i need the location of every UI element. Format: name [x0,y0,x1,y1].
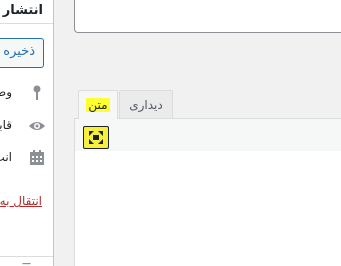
publish-date-label: انت [0,150,12,164]
editor-area[interactable] [74,118,341,266]
quicktags-toolbar [75,119,341,151]
status-label: وضع [0,85,12,99]
tab-text-label: متن [86,98,110,112]
calendar-icon [28,149,46,167]
tab-visual[interactable]: دیداری [119,90,173,119]
publish-box-title: انتشار [0,0,53,24]
editor-tabs: متن دیداری [74,90,341,119]
publish-date-row: انت [0,148,53,168]
post-title-input[interactable] [74,0,341,33]
fullscreen-icon [89,131,103,144]
save-draft-button[interactable]: ذخیره [0,38,44,68]
pin-icon [28,84,46,102]
tab-text[interactable]: متن [78,90,118,119]
status-row: وضع [0,83,53,103]
publish-box: انتشار ذخیره وضع قابل انت [0,0,54,266]
visibility-label: قابل [0,118,12,132]
fullscreen-button[interactable] [83,126,109,149]
move-to-trash-link[interactable]: انتقال به [0,194,42,208]
next-box-header: — [0,256,53,266]
visibility-row: قابل [0,116,53,136]
eye-icon [28,117,46,135]
next-box-fragment: — [22,259,31,266]
